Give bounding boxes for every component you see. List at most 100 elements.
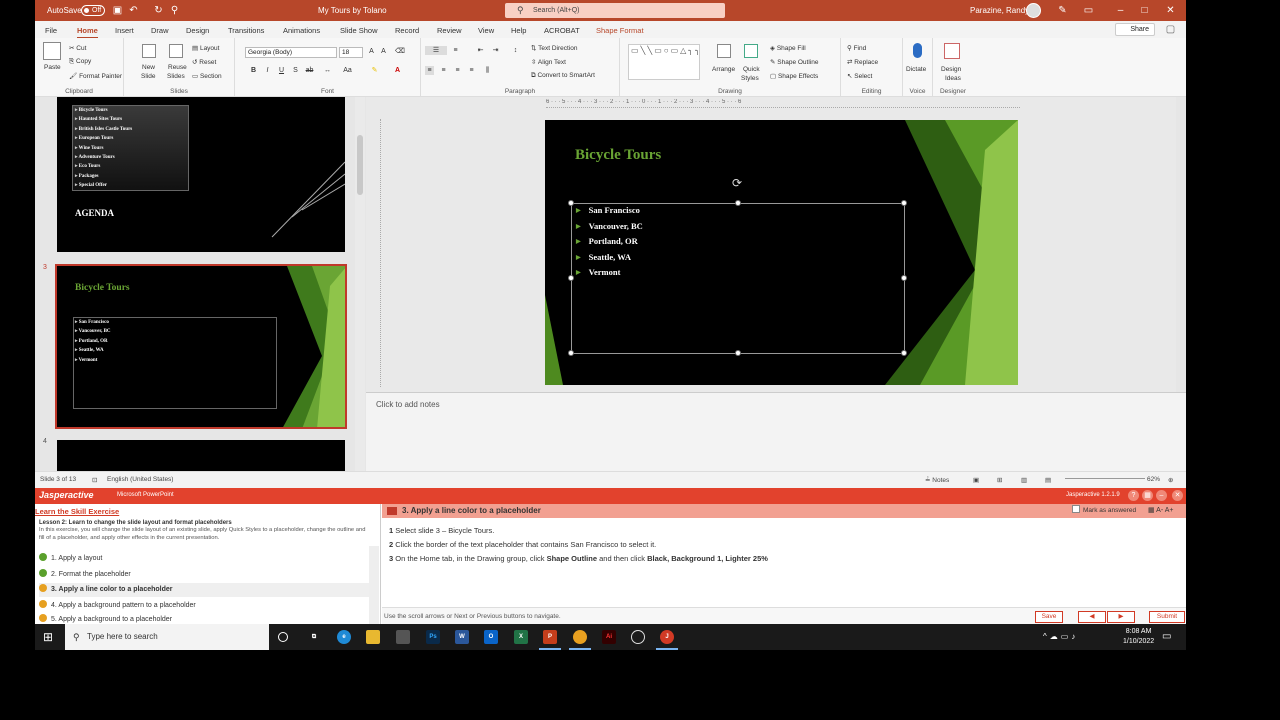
previous-button[interactable]: ◀	[1078, 611, 1106, 623]
slide-title[interactable]: Bicycle Tours	[575, 147, 661, 164]
text-direction-button[interactable]: ⇅ Text Direction	[531, 44, 578, 52]
resize-handle[interactable]	[735, 200, 741, 206]
resize-handle[interactable]	[901, 275, 907, 281]
slide-bullet[interactable]: San Francisco	[576, 205, 640, 215]
powerpoint-icon[interactable]: P	[539, 630, 561, 650]
close-icon[interactable]: ✕	[1165, 5, 1176, 16]
tab-home[interactable]: Home	[77, 26, 98, 39]
slide-bullet[interactable]: Vermont	[576, 267, 621, 277]
tab-record[interactable]: Record	[395, 26, 419, 35]
windows-start-icon[interactable]: ⊞	[43, 630, 53, 644]
line-spacing-icon[interactable]: ↕	[511, 46, 520, 55]
tab-design[interactable]: Design	[186, 26, 209, 35]
notes-placeholder[interactable]: Click to add notes	[376, 400, 440, 409]
highlight-icon[interactable]: ✎	[370, 66, 379, 75]
decrease-font-icon[interactable]: A	[379, 47, 388, 56]
shape-effects-button[interactable]: ▢ Shape Effects	[770, 72, 818, 80]
slide-bullet[interactable]: Portland, OR	[576, 236, 638, 246]
quick-styles-label-2[interactable]: Styles	[741, 75, 759, 82]
close-panel-icon[interactable]: ✕	[1172, 490, 1183, 501]
tab-slide-show[interactable]: Slide Show	[340, 26, 378, 35]
slide-bullet[interactable]: Seattle, WA	[576, 252, 631, 262]
resize-handle[interactable]	[568, 200, 574, 206]
replace-button[interactable]: ⇄ Replace	[847, 58, 878, 66]
align-left-icon[interactable]: ≡	[425, 66, 434, 75]
design-ideas-label[interactable]: Design	[941, 66, 961, 73]
reset-button[interactable]: ↺ Reset	[192, 58, 216, 66]
microphone-icon[interactable]	[913, 43, 922, 58]
cortana-icon[interactable]	[278, 632, 288, 642]
submit-button[interactable]: Submit	[1149, 611, 1185, 623]
slide-sorter-icon[interactable]: ⊞	[997, 476, 1002, 484]
store-icon[interactable]	[396, 630, 410, 644]
taskbar-clock[interactable]: 8:08 AM 1/10/2022	[1123, 627, 1154, 647]
new-slide-label[interactable]: New	[142, 64, 155, 71]
dictate-button[interactable]: Dictate	[906, 66, 926, 73]
settings-icon[interactable]: ▦	[1142, 490, 1153, 501]
notes-toggle[interactable]: ≟ Notes	[925, 476, 949, 484]
resize-handle[interactable]	[901, 350, 907, 356]
task-view-icon[interactable]: ⧉	[307, 630, 321, 644]
slide-thumbnail-3[interactable]: Bicycle Tours San Francisco Vancouver, B…	[55, 264, 347, 429]
italic-icon[interactable]: I	[263, 66, 272, 75]
notification-icon[interactable]: ▭	[1162, 631, 1171, 642]
underline-icon[interactable]: U	[277, 66, 286, 75]
system-tray-icons[interactable]: ^☁▭♪	[1043, 632, 1078, 641]
step-item[interactable]: 1. Apply a layout	[39, 552, 369, 566]
paste-icon[interactable]	[43, 42, 61, 60]
notes-pane[interactable]: Click to add notes	[366, 392, 1186, 471]
arrange-icon[interactable]	[717, 44, 731, 58]
step-item[interactable]: 4. Apply a background pattern to a place…	[39, 599, 369, 613]
language-label[interactable]: English (United States)	[107, 476, 173, 483]
font-color-icon[interactable]: A	[393, 66, 402, 75]
smartart-button[interactable]: ⧉ Convert to SmartArt	[531, 72, 595, 80]
design-ideas-icon[interactable]	[944, 43, 960, 59]
font-size-dropdown[interactable]: 18	[339, 47, 363, 58]
tab-transitions[interactable]: Transitions	[228, 26, 264, 35]
rotate-handle-icon[interactable]: ⟳	[732, 176, 742, 190]
zoom-slider[interactable]	[1065, 478, 1145, 479]
current-slide[interactable]: Bicycle Tours ⟳ San Francisco Vancouver,…	[545, 120, 1018, 385]
scrollbar-thumb[interactable]	[357, 135, 363, 195]
resize-handle[interactable]	[568, 350, 574, 356]
layout-button[interactable]: ▤ Layout	[192, 44, 219, 52]
next-button[interactable]: ▶	[1107, 611, 1135, 623]
minimize-panel-icon[interactable]: –	[1156, 490, 1167, 501]
select-button[interactable]: ↖ Select	[847, 72, 872, 80]
new-slide-label-2[interactable]: Slide	[141, 73, 155, 80]
help-icon[interactable]: ?	[1128, 490, 1139, 501]
shape-fill-button[interactable]: ◈ Shape Fill	[770, 44, 806, 52]
search-box[interactable]: ⚲ Search (Alt+Q)	[505, 3, 725, 18]
reuse-slides-icon[interactable]	[169, 44, 183, 58]
change-case-icon[interactable]: Aa	[343, 66, 352, 75]
slide-bullet[interactable]: Vancouver, BC	[576, 221, 643, 231]
zoom-level[interactable]: 62%	[1147, 476, 1160, 483]
font-size-controls[interactable]: ▦ A- A+	[1148, 504, 1174, 518]
resize-handle[interactable]	[901, 200, 907, 206]
tab-review[interactable]: Review	[437, 26, 462, 35]
resize-handle[interactable]	[735, 350, 741, 356]
step-item-current[interactable]: 3. Apply a line color to a placeholder	[39, 583, 369, 597]
section-button[interactable]: ▭ Section	[192, 72, 222, 80]
avatar[interactable]	[1026, 3, 1041, 18]
character-spacing-icon[interactable]: ↔	[323, 66, 332, 75]
decrease-indent-icon[interactable]: ⇤	[476, 46, 485, 55]
pen-icon[interactable]: ✎	[1057, 5, 1068, 16]
bullets-icon[interactable]: ☰	[425, 46, 447, 55]
align-text-button[interactable]: ⇳ Align Text	[531, 58, 566, 66]
tab-shape-format[interactable]: Shape Format	[596, 26, 644, 35]
comments-icon[interactable]: ▢	[1165, 24, 1176, 35]
autosave-toggle[interactable]: Off	[81, 5, 105, 16]
minimize-icon[interactable]: –	[1115, 5, 1126, 16]
reading-view-icon[interactable]: ▥	[1021, 476, 1027, 484]
shape-outline-button[interactable]: ✎ Shape Outline	[770, 58, 818, 66]
copy-button[interactable]: ⎘ Copy	[69, 58, 91, 66]
paste-button[interactable]: Paste	[44, 64, 61, 71]
presenter-icon[interactable]: ⚲	[169, 5, 180, 16]
resize-handle[interactable]	[568, 275, 574, 281]
thumbnail-scrollbar[interactable]	[355, 97, 365, 471]
editor-scrollbar[interactable]	[1176, 97, 1186, 392]
save-button[interactable]: Save	[1035, 611, 1063, 623]
increase-font-icon[interactable]: A	[367, 47, 376, 56]
design-ideas-label-2[interactable]: Ideas	[945, 75, 961, 82]
